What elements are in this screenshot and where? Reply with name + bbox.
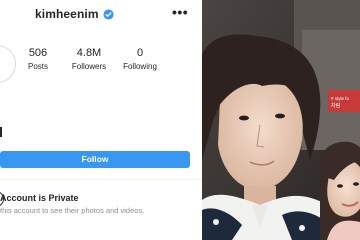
wall-sign-text: # style fo [331, 96, 350, 101]
bio-text-fragment [0, 127, 2, 137]
posts-stat[interactable]: 506 Posts [15, 47, 61, 73]
followers-label: Followers [71, 62, 107, 71]
more-options-icon[interactable]: ••• [172, 4, 188, 20]
posts-count: 506 [28, 47, 48, 59]
following-label: Following [123, 62, 157, 71]
username: kimheenim [35, 7, 99, 21]
username-row: kimheenim [35, 7, 114, 21]
selfie-photo-illustration: # style fo 차림 [202, 0, 360, 240]
verified-badge-icon [103, 8, 114, 20]
selfie-photo: # style fo 차림 [202, 0, 360, 240]
profile-panel: kimheenim ••• 506 Posts 4.8M Followers 0… [0, 0, 202, 240]
followers-stat[interactable]: 4.8M Followers [66, 47, 112, 73]
following-count: 0 [136, 47, 144, 59]
divider [0, 179, 202, 180]
private-account-title: Account is Private [0, 193, 79, 203]
private-account-subtitle: this account to see their photos and vid… [0, 206, 145, 215]
followers-count: 4.8M [76, 47, 102, 59]
following-stat[interactable]: 0 Following [117, 47, 163, 73]
avatar[interactable] [0, 45, 16, 83]
posts-label: Posts [27, 62, 48, 71]
wall-sign-text-2: 차림 [331, 102, 340, 109]
follow-button[interactable]: Follow [0, 151, 190, 168]
